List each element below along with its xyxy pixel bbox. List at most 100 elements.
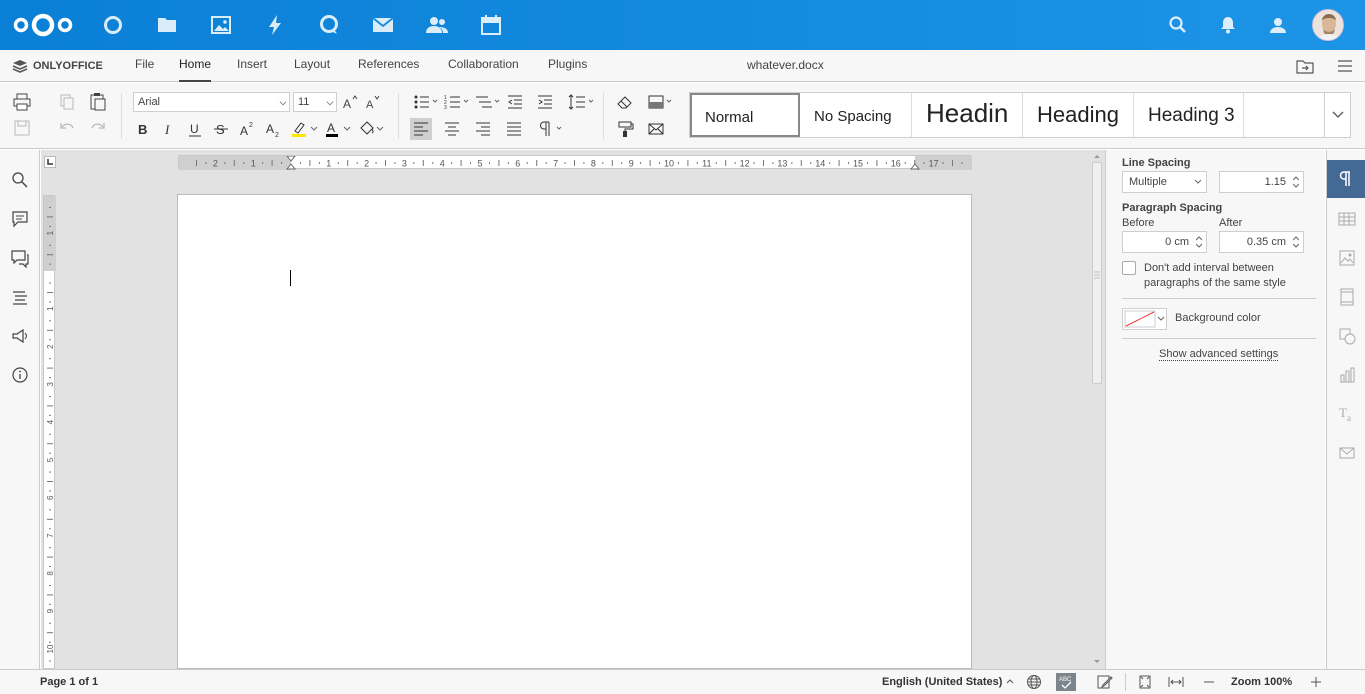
copy-icon[interactable] [57, 92, 77, 112]
justify-icon[interactable] [504, 119, 524, 139]
about-icon[interactable] [10, 365, 30, 385]
decrease-font-icon[interactable]: A [363, 92, 383, 112]
line-spacing-value-field[interactable]: 1.15 [1219, 171, 1304, 193]
dashboard-icon[interactable] [101, 13, 125, 37]
line-spacing-type-select[interactable]: Multiple [1122, 171, 1207, 193]
shading-icon[interactable] [357, 119, 387, 139]
tab-collaboration[interactable]: Collaboration [448, 56, 519, 82]
navigation-icon[interactable] [10, 287, 30, 307]
increase-indent-icon[interactable] [535, 92, 555, 112]
spinner-icon[interactable] [1293, 235, 1299, 249]
increase-font-icon[interactable]: A [340, 92, 360, 112]
align-right-icon[interactable] [473, 119, 493, 139]
show-advanced-settings-link[interactable]: Show advanced settings [1159, 348, 1279, 361]
font-name-select[interactable]: Arial [133, 92, 290, 112]
copy-style-icon[interactable] [615, 119, 635, 139]
fit-width-icon[interactable] [1168, 674, 1184, 690]
font-size-select[interactable]: 11 [293, 92, 337, 112]
mail-icon[interactable] [371, 13, 395, 37]
paste-icon[interactable] [88, 92, 108, 112]
font-color-icon[interactable]: A [323, 119, 353, 139]
scroll-down-icon[interactable] [1091, 657, 1103, 667]
page-info[interactable]: Page 1 of 1 [40, 676, 98, 688]
decrease-indent-icon[interactable] [505, 92, 525, 112]
style-no-spacing[interactable]: No Spacing [800, 93, 912, 137]
multilevel-list-icon[interactable] [474, 92, 502, 112]
spacing-before-field[interactable]: 0 cm [1122, 231, 1207, 253]
undo-icon[interactable] [57, 118, 77, 138]
horizontal-ruler[interactable]: 2 1 1 2 3 4 5 6 7 8 9 10 11 12 13 14 15 16 17 [178, 155, 972, 170]
search-icon[interactable] [1166, 13, 1190, 37]
zoom-out-icon[interactable] [1201, 674, 1217, 690]
tab-home[interactable]: Home [179, 56, 212, 82]
chart-settings-icon[interactable] [1337, 365, 1357, 385]
tab-plugins[interactable]: Plugins [548, 56, 587, 82]
nextcloud-logo[interactable] [12, 12, 74, 38]
paragraph-settings-icon[interactable] [1327, 160, 1365, 198]
style-normal[interactable]: Normal [690, 93, 800, 137]
vertical-scrollbar[interactable] [1091, 151, 1103, 667]
zoom-in-icon[interactable] [1308, 674, 1324, 690]
tab-layout[interactable]: Layout [294, 56, 330, 82]
italic-icon[interactable]: I [159, 119, 179, 139]
fit-page-icon[interactable] [1137, 674, 1153, 690]
scrollbar-thumb[interactable] [1092, 162, 1102, 384]
numbering-icon[interactable]: 123 [443, 92, 471, 112]
text-art-settings-icon[interactable]: Ta [1337, 404, 1357, 424]
underline-icon[interactable]: U [185, 119, 205, 139]
spinner-icon[interactable] [1293, 175, 1299, 189]
nonprinting-characters-icon[interactable] [537, 119, 567, 139]
style-heading-1[interactable]: Headin [912, 93, 1023, 137]
superscript-icon[interactable]: A2 [237, 119, 257, 139]
tab-insert[interactable]: Insert [237, 56, 267, 82]
calendar-icon[interactable] [479, 13, 503, 37]
document-page[interactable] [177, 194, 972, 669]
vertical-ruler[interactable]: 1 1 2 3 4 5 6 7 8 9 10 [43, 195, 56, 669]
spellcheck-icon[interactable]: ABC [1056, 673, 1076, 691]
search-icon[interactable] [10, 170, 30, 190]
bullets-icon[interactable] [412, 92, 440, 112]
header-footer-settings-icon[interactable] [1337, 287, 1357, 307]
avatar[interactable] [1312, 9, 1344, 41]
chat-icon[interactable] [10, 248, 30, 268]
language-select[interactable]: English (United States) [882, 676, 1002, 688]
mail-merge-icon[interactable] [646, 119, 666, 139]
activity-icon[interactable] [263, 13, 287, 37]
bold-icon[interactable]: B [133, 119, 153, 139]
zoom-level[interactable]: Zoom 100% [1231, 676, 1292, 688]
no-interval-checkbox[interactable] [1122, 261, 1136, 275]
contacts-menu-icon[interactable] [1266, 13, 1290, 37]
redo-icon[interactable] [88, 118, 108, 138]
feedback-icon[interactable] [10, 326, 30, 346]
language-dropdown-icon[interactable] [1006, 678, 1014, 686]
clear-style-icon[interactable] [615, 92, 635, 112]
mail-merge-settings-icon[interactable] [1337, 443, 1357, 463]
align-left-icon[interactable] [410, 118, 432, 140]
line-spacing-icon[interactable] [567, 92, 597, 112]
print-icon[interactable] [12, 92, 32, 112]
photos-icon[interactable] [209, 13, 233, 37]
doc-language-icon[interactable] [1026, 674, 1042, 690]
comments-icon[interactable] [10, 209, 30, 229]
subscript-icon[interactable]: A2 [263, 119, 283, 139]
highlight-color-icon[interactable] [289, 119, 319, 139]
notifications-icon[interactable] [1216, 13, 1240, 37]
styles-expand-button[interactable] [1324, 92, 1351, 138]
talk-icon[interactable] [317, 13, 341, 37]
spacing-after-field[interactable]: 0.35 cm [1219, 231, 1304, 253]
contacts-icon[interactable] [425, 13, 449, 37]
style-heading-3[interactable]: Heading 3 [1134, 93, 1244, 137]
files-icon[interactable] [155, 13, 179, 37]
table-settings-icon[interactable] [1337, 209, 1357, 229]
shape-settings-icon[interactable] [1337, 326, 1357, 346]
hamburger-menu-icon[interactable] [1337, 60, 1353, 72]
spinner-icon[interactable] [1196, 235, 1202, 249]
strikethrough-icon[interactable]: S [211, 119, 231, 139]
style-empty[interactable] [1244, 93, 1324, 137]
open-file-location-icon[interactable] [1296, 58, 1314, 74]
tab-file[interactable]: File [135, 56, 154, 82]
style-heading-2[interactable]: Heading [1023, 93, 1134, 137]
background-color-picker[interactable] [1122, 308, 1167, 330]
tab-stop-selector[interactable] [44, 156, 56, 168]
color-scheme-icon[interactable] [647, 92, 677, 112]
